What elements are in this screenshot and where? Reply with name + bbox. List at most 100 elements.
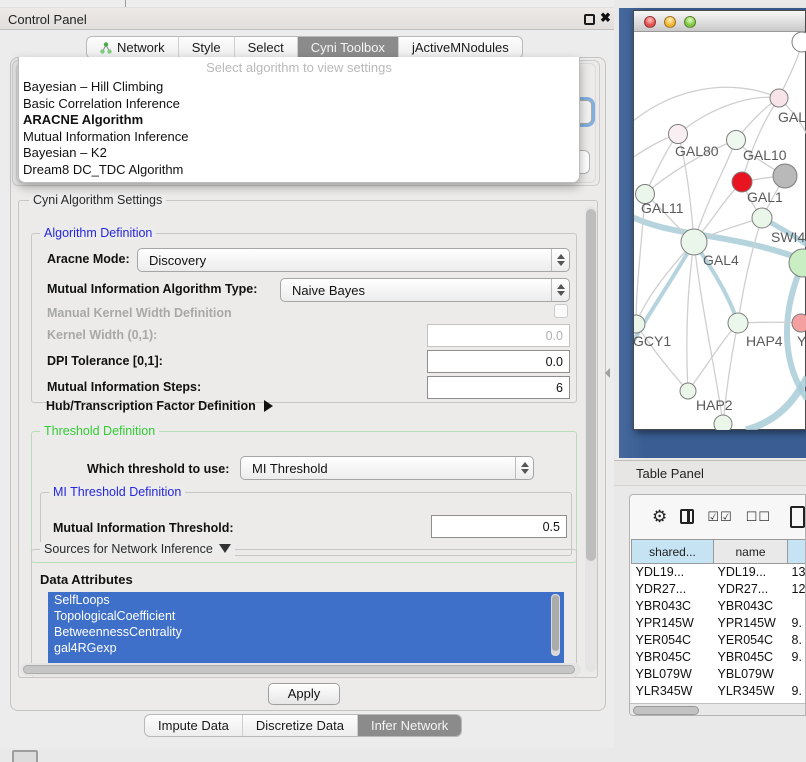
- network-graph-canvas[interactable]: GAL7GAL80GAL10GAL1GAL11SWI4GAL4GCY1HAP4Y…: [634, 32, 806, 430]
- dpi-tolerance-field[interactable]: 0.0: [427, 350, 570, 373]
- combo-spinner-icon[interactable]: [551, 279, 569, 301]
- columns-icon[interactable]: [680, 509, 694, 524]
- network-node[interactable]: [792, 314, 806, 332]
- mi-type-combo[interactable]: Naive Bayes: [280, 278, 570, 302]
- network-node[interactable]: [728, 313, 748, 333]
- network-edge[interactable]: [688, 323, 738, 391]
- algorithm-option[interactable]: Bayesian – K2: [19, 145, 579, 162]
- table-row[interactable]: YLR345WYLR345W9.: [632, 683, 806, 700]
- zoom-window-icon[interactable]: [684, 16, 696, 28]
- tab-network[interactable]: Network: [87, 37, 179, 58]
- algorithm-option[interactable]: Mutual Information Inference: [19, 129, 579, 146]
- tab-infer-network[interactable]: Infer Network: [358, 715, 461, 736]
- column-header-a[interactable]: A: [788, 540, 806, 564]
- attribute-item[interactable]: TopologicalCoefficient: [48, 608, 564, 624]
- network-node[interactable]: [770, 89, 788, 107]
- list-scrollbar[interactable]: [551, 594, 560, 656]
- table-row[interactable]: YDL19...YDL19...13: [632, 564, 806, 581]
- tab-cyni-toolbox[interactable]: Cyni Toolbox: [298, 37, 399, 58]
- algorithm-option[interactable]: Basic Correlation Inference: [19, 96, 579, 113]
- scrollbar-thumb[interactable]: [552, 595, 559, 651]
- attribute-item[interactable]: gal4RGexp: [48, 640, 564, 656]
- deselect-all-checkboxes-icon[interactable]: ☐☐: [746, 509, 771, 525]
- table-cell[interactable]: 8.: [788, 632, 806, 649]
- table-cell[interactable]: 9.: [788, 683, 806, 700]
- network-node[interactable]: [752, 208, 772, 228]
- kernel-width-field[interactable]: 0.0: [427, 324, 570, 347]
- which-threshold-combo[interactable]: MI Threshold: [240, 456, 534, 480]
- table-cell[interactable]: 9.: [788, 649, 806, 666]
- hub-definition-toggle[interactable]: Hub/Transcription Factor Definition: [46, 399, 273, 413]
- tab-jactivemnodules[interactable]: jActiveMNodules: [399, 37, 522, 58]
- table-cell[interactable]: YER054C: [632, 632, 714, 649]
- table-cell[interactable]: YLR345W: [632, 683, 714, 700]
- column-header-name[interactable]: name: [714, 540, 788, 564]
- algorithm-option[interactable]: Bayesian – Hill Climbing: [19, 79, 579, 96]
- table-row[interactable]: YBL079WYBL079W: [632, 666, 806, 683]
- tab-style[interactable]: Style: [179, 37, 235, 58]
- combo-spinner-icon[interactable]: [515, 457, 533, 479]
- select-all-checkboxes-icon[interactable]: ☑☑: [707, 509, 732, 525]
- table-cell[interactable]: [788, 598, 806, 615]
- network-edge[interactable]: [678, 97, 779, 134]
- table-cell[interactable]: YER054C: [714, 632, 788, 649]
- table-cell[interactable]: YDL19...: [632, 564, 714, 581]
- table-row[interactable]: YDR27...YDR27...12: [632, 581, 806, 598]
- mi-threshold-field[interactable]: 0.5: [431, 515, 567, 538]
- network-edge[interactable]: [634, 87, 779, 127]
- mi-steps-field[interactable]: 6: [427, 376, 570, 399]
- table-cell[interactable]: YPR145W: [632, 615, 714, 632]
- table-row[interactable]: YPR145WYPR145W9.: [632, 615, 806, 632]
- table-cell[interactable]: 9.: [788, 615, 806, 632]
- network-node[interactable]: [634, 315, 645, 333]
- table-cell[interactable]: [788, 666, 806, 683]
- network-edge[interactable]: [687, 242, 694, 391]
- table-cell[interactable]: YBR043C: [632, 598, 714, 615]
- scrollbar-thumb[interactable]: [586, 209, 596, 561]
- network-window-titlebar[interactable]: [634, 11, 805, 32]
- table-cell[interactable]: YBR045C: [632, 649, 714, 666]
- settings-vertical-scrollbar[interactable]: [585, 206, 597, 672]
- table-cell[interactable]: 13: [788, 564, 806, 581]
- manual-kernel-checkbox[interactable]: [554, 304, 568, 318]
- table-horizontal-scrollbar[interactable]: [630, 703, 806, 716]
- close-window-icon[interactable]: [644, 16, 656, 28]
- column-header-shared[interactable]: shared...: [632, 540, 714, 564]
- document-icon[interactable]: [790, 506, 805, 528]
- table-cell[interactable]: YPR145W: [714, 615, 788, 632]
- network-node[interactable]: [680, 383, 696, 399]
- apply-button[interactable]: Apply: [268, 683, 340, 705]
- settings-horizontal-scrollbar[interactable]: [21, 663, 581, 676]
- network-node[interactable]: [714, 415, 732, 430]
- table-row[interactable]: YER054CYER054C8.: [632, 632, 806, 649]
- table-cell[interactable]: YDR27...: [632, 581, 714, 598]
- table-cell[interactable]: YDL19...: [714, 564, 788, 581]
- network-node[interactable]: [773, 164, 797, 188]
- network-node[interactable]: [669, 125, 688, 144]
- table-cell[interactable]: YDR27...: [714, 581, 788, 598]
- network-node[interactable]: [792, 32, 806, 52]
- table-cell[interactable]: 12: [788, 581, 806, 598]
- table-cell[interactable]: YBL079W: [632, 666, 714, 683]
- table-row[interactable]: YBR045CYBR045C9.: [632, 649, 806, 666]
- algorithm-option[interactable]: ARACNE Algorithm: [19, 112, 579, 129]
- table-cell[interactable]: YBR043C: [714, 598, 788, 615]
- scrollbar-thumb[interactable]: [633, 706, 699, 715]
- scrollbar-thumb[interactable]: [23, 665, 575, 674]
- attribute-item[interactable]: SelfLoops: [48, 592, 564, 608]
- chevron-down-icon[interactable]: [219, 544, 231, 553]
- table-cell[interactable]: YBL079W: [714, 666, 788, 683]
- float-window-icon[interactable]: [584, 14, 595, 25]
- aracne-mode-combo[interactable]: Discovery: [137, 248, 570, 272]
- network-edge[interactable]: [738, 218, 762, 323]
- gear-icon[interactable]: ⚙: [652, 508, 667, 525]
- table-cell[interactable]: YLR345W: [714, 683, 788, 700]
- tab-impute-data[interactable]: Impute Data: [145, 715, 243, 736]
- data-attributes-list[interactable]: SelfLoopsTopologicalCoefficientBetweenne…: [48, 592, 564, 666]
- close-icon[interactable]: ✖: [600, 10, 611, 26]
- attribute-item[interactable]: BetweennessCentrality: [48, 624, 564, 640]
- tab-select[interactable]: Select: [235, 37, 298, 58]
- combo-spinner-icon[interactable]: [551, 249, 569, 271]
- minimize-window-icon[interactable]: [664, 16, 676, 28]
- table-row[interactable]: YBR043CYBR043C: [632, 598, 806, 615]
